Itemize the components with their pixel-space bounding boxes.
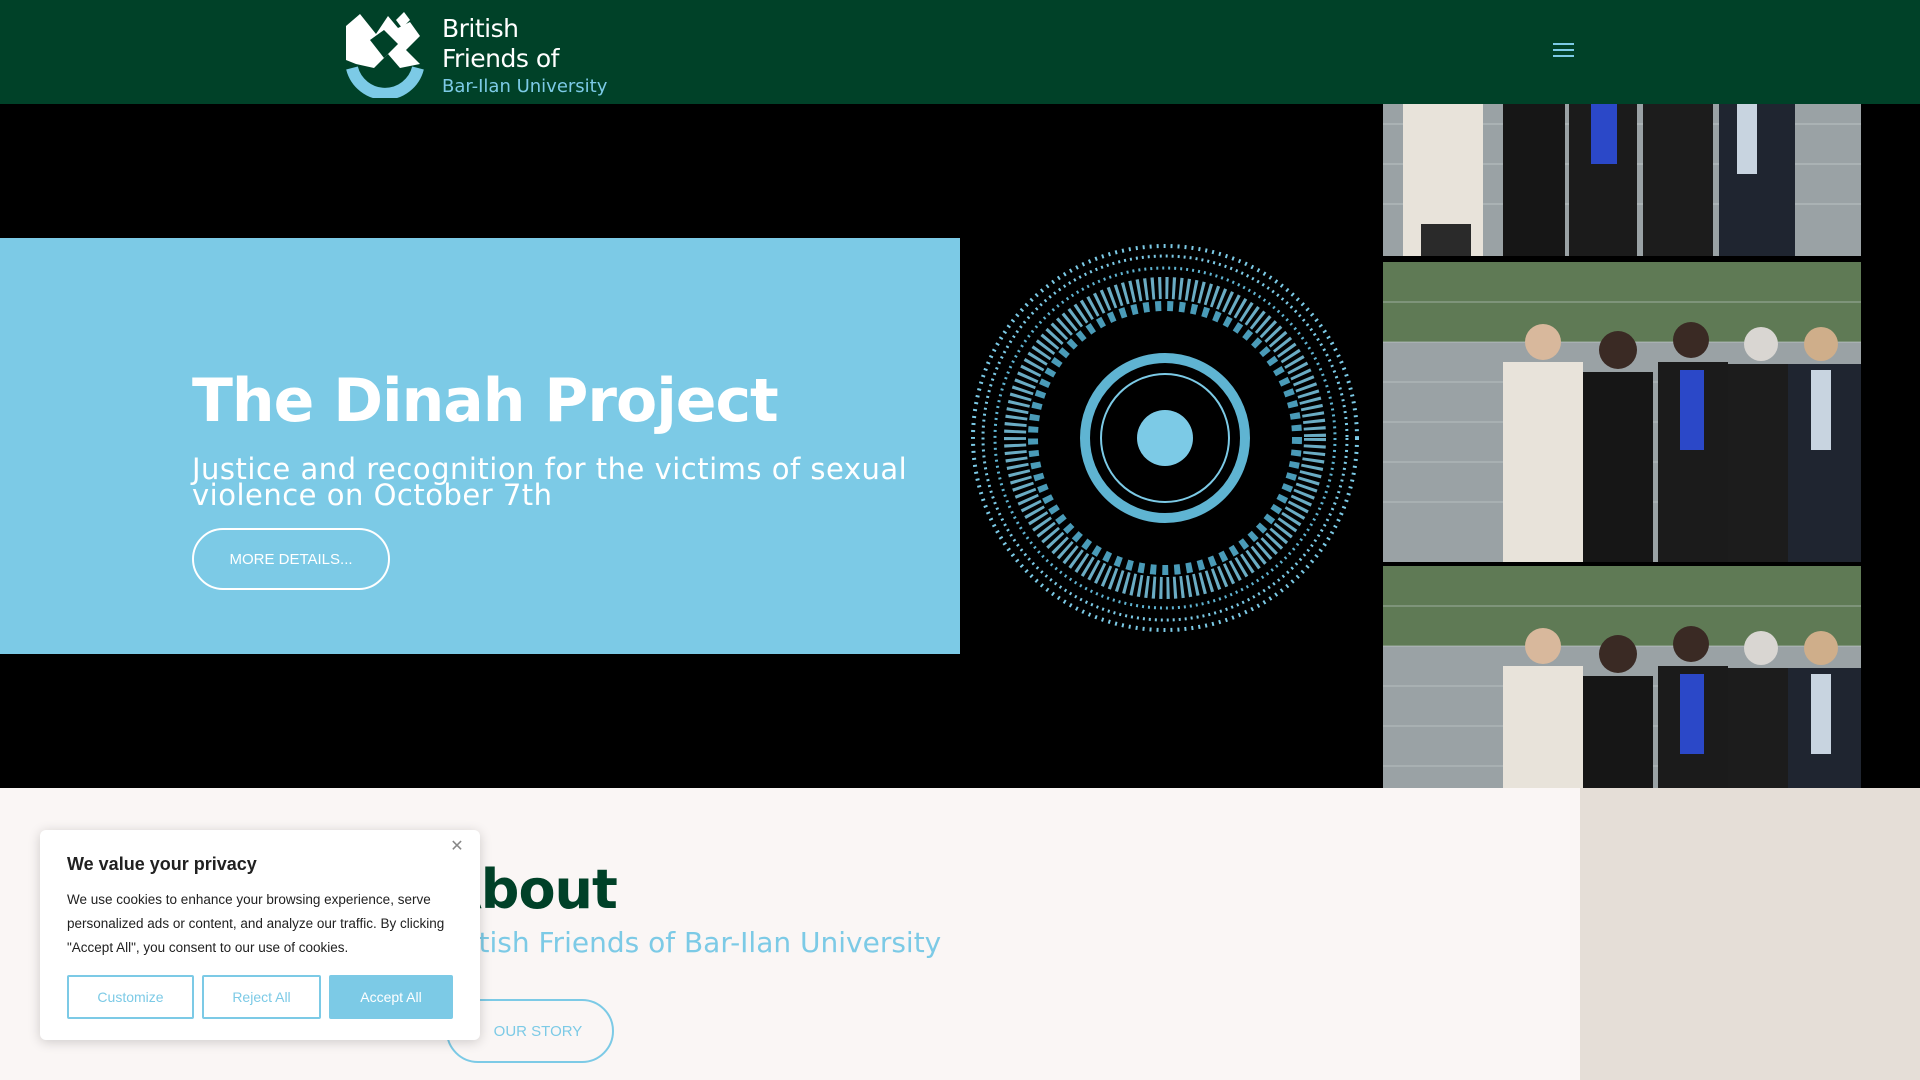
logo[interactable]: British Friends of Bar-Ilan University (340, 6, 620, 98)
logo-line-friends-of: Friends of (442, 44, 559, 73)
concentric-circle-graphic (950, 238, 1365, 638)
menu-bar (1553, 49, 1574, 51)
hero-blue-panel (0, 238, 960, 654)
menu-bar (1553, 55, 1574, 57)
hero-section: The Dinah Project Justice and recognitio… (0, 104, 1920, 788)
about-subtitle: British Friends of Bar-Ilan University (440, 926, 942, 959)
cookie-consent-banner: ✕ We value your privacy We use cookies t… (40, 830, 480, 1040)
group-photo-middle (1383, 262, 1861, 562)
cookie-description: We use cookies to enhance your browsing … (67, 892, 445, 955)
cookie-title: We value your privacy (67, 854, 257, 874)
logo-line-british: British (442, 14, 519, 43)
group-photo-top (1383, 104, 1861, 256)
hero-title: The Dinah Project (192, 366, 779, 436)
reject-all-button[interactable]: Reject All (202, 975, 321, 1019)
site-header: British Friends of Bar-Ilan University (0, 0, 1920, 104)
logo-line-university: Bar-Ilan University (442, 76, 608, 97)
close-icon[interactable]: ✕ (448, 838, 466, 856)
about-side-panel (1580, 788, 1920, 1080)
menu-bar (1553, 43, 1574, 45)
group-photo-bottom (1383, 566, 1861, 788)
hero-subtitle: Justice and recognition for the victims … (192, 452, 908, 512)
accept-all-button[interactable]: Accept All (329, 975, 453, 1019)
more-details-button[interactable]: MORE DETAILS... (192, 528, 390, 590)
customize-button[interactable]: Customize (67, 975, 194, 1019)
bar-ilan-emblem-icon (346, 12, 424, 98)
logo-text: British Friends of Bar-Ilan University (442, 14, 607, 99)
hamburger-menu-icon[interactable] (1553, 43, 1574, 59)
